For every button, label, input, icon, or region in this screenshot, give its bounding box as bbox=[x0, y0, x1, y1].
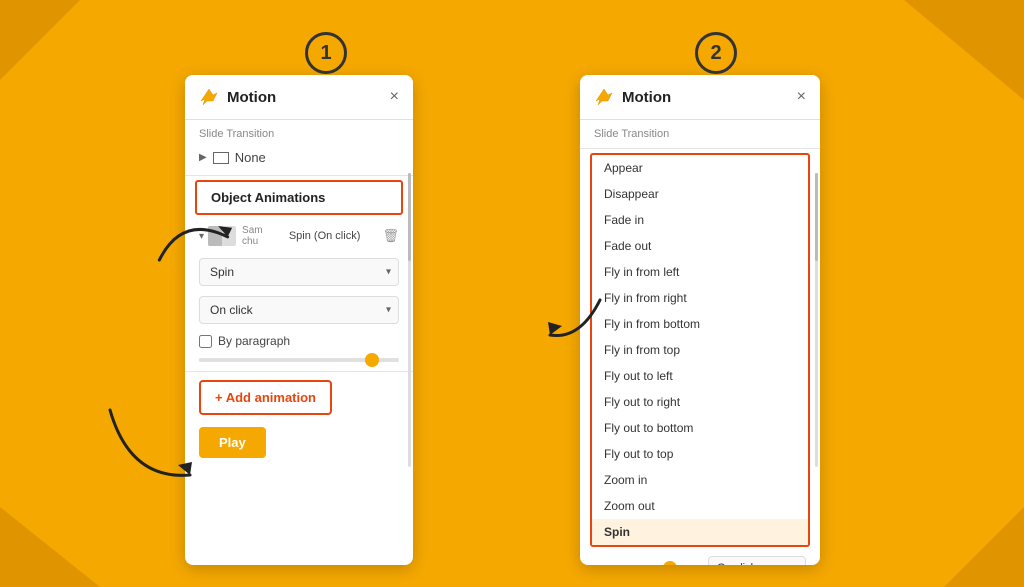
corner-decoration-bl bbox=[0, 507, 100, 587]
corner-decoration-tl bbox=[0, 0, 80, 80]
dropdown-list-item[interactable]: Appear bbox=[592, 155, 808, 181]
slide-transition-label-1: Slide Transition bbox=[185, 120, 413, 144]
motion-icon-1 bbox=[199, 87, 219, 107]
corner-decoration-tr bbox=[904, 0, 1024, 100]
panel-1-title: Motion bbox=[227, 89, 390, 106]
slide-icon-1 bbox=[213, 152, 229, 164]
divider-1 bbox=[185, 175, 413, 176]
dropdown-list-item[interactable]: Fade out bbox=[592, 233, 808, 259]
scrollbar-2[interactable] bbox=[815, 173, 818, 467]
scrollbar-1[interactable] bbox=[408, 173, 411, 467]
slider-thumb-1[interactable] bbox=[365, 353, 379, 367]
scroll-thumb-2 bbox=[815, 173, 818, 261]
slider-thumb-2[interactable] bbox=[663, 561, 677, 565]
panel-2-header: Motion × bbox=[580, 75, 820, 120]
dropdown-list-item[interactable]: Fly out to bottom bbox=[592, 415, 808, 441]
p2-slider-row: On click After previous bbox=[580, 551, 820, 565]
divider-2 bbox=[185, 371, 413, 372]
slider-track-1[interactable] bbox=[199, 358, 399, 362]
on-click-select-wrapper: On click After previous With previous bbox=[199, 296, 399, 324]
dropdown-list-item[interactable]: Fly out to right bbox=[592, 389, 808, 415]
dropdown-list-item[interactable]: Fly in from top bbox=[592, 337, 808, 363]
dropdown-list-item[interactable]: Fly out to top bbox=[592, 441, 808, 467]
chevron-icon-1: ▶ bbox=[199, 152, 207, 163]
p2-on-click-select[interactable]: On click After previous bbox=[708, 556, 806, 565]
motion-icon-2 bbox=[594, 87, 614, 107]
step-2-circle: 2 bbox=[695, 32, 737, 74]
slider-row-1 bbox=[185, 353, 413, 367]
on-click-select-row: On click After previous With previous bbox=[185, 291, 413, 329]
dropdown-list-item[interactable]: Fly out to left bbox=[592, 363, 808, 389]
by-paragraph-row: By paragraph bbox=[185, 329, 413, 353]
corner-decoration-br bbox=[944, 507, 1024, 587]
p2-on-click-wrapper: On click After previous bbox=[708, 556, 806, 565]
divider-3 bbox=[580, 148, 820, 149]
dropdown-list-item[interactable]: Fade in bbox=[592, 207, 808, 233]
trash-icon-1[interactable]: 🗑 bbox=[382, 228, 399, 244]
by-paragraph-label: By paragraph bbox=[218, 334, 290, 348]
none-label-1: None bbox=[235, 150, 266, 165]
arrow-2 bbox=[100, 400, 220, 505]
dropdown-list-item[interactable]: Spin bbox=[592, 519, 808, 545]
panel-2: Motion × Slide Transition AppearDisappea… bbox=[580, 75, 820, 565]
dropdown-list-item[interactable]: Fly in from right bbox=[592, 285, 808, 311]
anim-item-label: Spin (On click) bbox=[289, 230, 383, 242]
step-1-circle: 1 bbox=[305, 32, 347, 74]
by-paragraph-checkbox[interactable] bbox=[199, 335, 212, 348]
panel-2-close-button[interactable]: × bbox=[797, 89, 806, 105]
slide-transition-label-2: Slide Transition bbox=[580, 120, 820, 144]
slider-fill-1 bbox=[199, 358, 349, 362]
dropdown-list-item[interactable]: Zoom out bbox=[592, 493, 808, 519]
panel-1-close-button[interactable]: × bbox=[390, 89, 399, 105]
dropdown-list-item[interactable]: Disappear bbox=[592, 181, 808, 207]
scroll-thumb-1 bbox=[408, 173, 411, 261]
arrow-3 bbox=[530, 280, 610, 365]
animation-dropdown-list: AppearDisappearFade inFade outFly in fro… bbox=[590, 153, 810, 547]
dropdown-list-item[interactable]: Zoom in bbox=[592, 467, 808, 493]
dropdown-list-item[interactable]: Fly in from left bbox=[592, 259, 808, 285]
on-click-select[interactable]: On click After previous With previous bbox=[199, 296, 399, 324]
dropdown-list-item[interactable]: Fly in from bottom bbox=[592, 311, 808, 337]
panel-2-title: Motion bbox=[622, 89, 797, 106]
panel-1-header: Motion × bbox=[185, 75, 413, 120]
slide-transition-row-1: ▶ None bbox=[185, 144, 413, 171]
